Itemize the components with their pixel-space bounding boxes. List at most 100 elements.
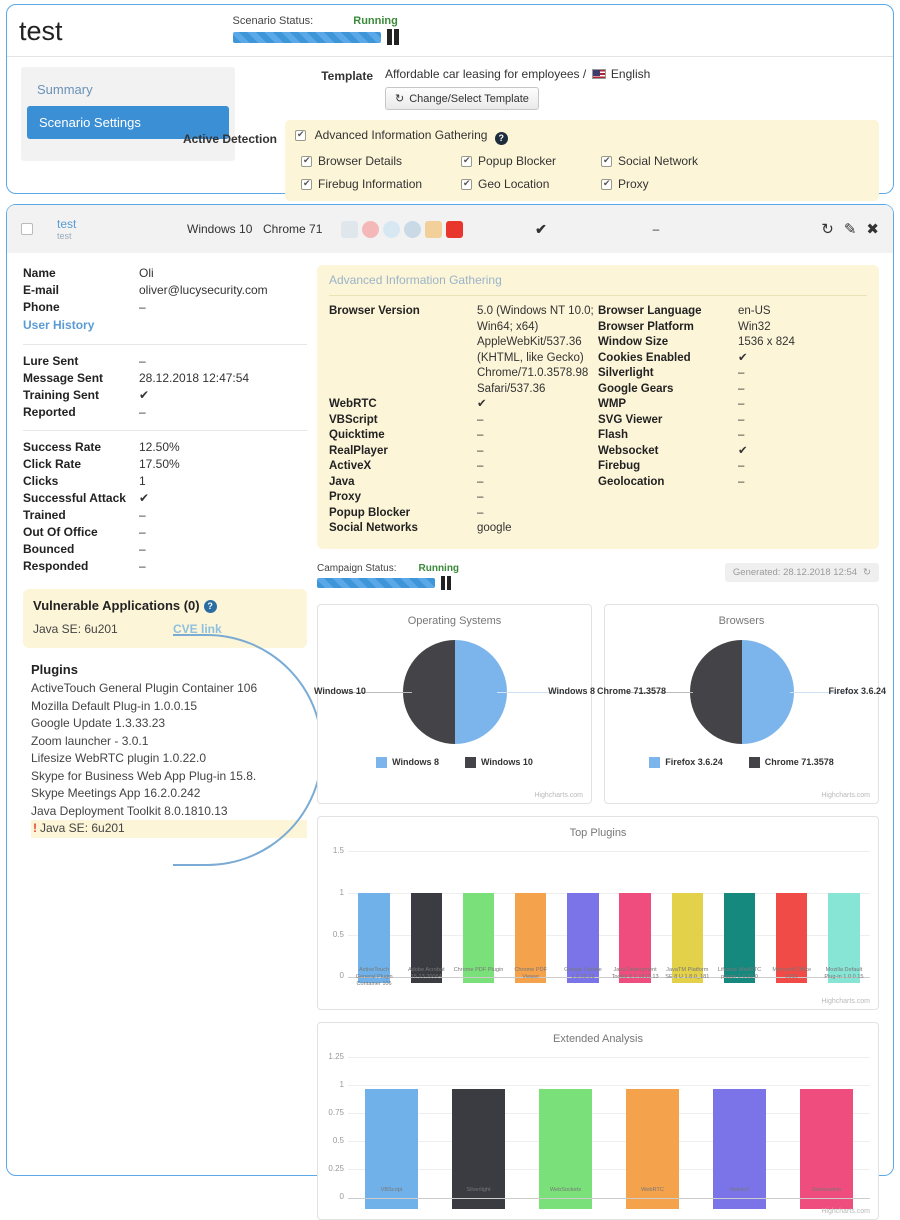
option-geo-location[interactable]: Geo Location <box>461 177 601 191</box>
aig-value: – <box>738 382 745 395</box>
x-axis-label: JavaTM Platform SE 8 U 1.8.0_181 <box>665 966 710 980</box>
legend-label: Chrome 71.3578 <box>764 757 834 767</box>
checkbox-geo-location[interactable] <box>461 178 472 190</box>
stat-key: Successful Attack <box>23 491 126 505</box>
scenario-status-block: Scenario Status: Running <box>232 11 399 45</box>
user-history-link[interactable]: User History <box>23 316 307 335</box>
campaign-status-value: Running <box>418 562 460 574</box>
stat-value: ✔ <box>139 491 150 505</box>
plugin-item: Skype Meetings App 16.2.0.242 <box>31 786 201 800</box>
activity-value: – <box>139 354 146 368</box>
aig-key: Quicktime <box>329 429 385 441</box>
chart-credit: Highcharts.com <box>821 791 870 799</box>
help-icon[interactable]: ? <box>494 132 508 145</box>
search-icon <box>404 220 421 238</box>
activity-value: – <box>139 405 146 419</box>
aig-value: – <box>738 429 745 441</box>
pause-icon[interactable] <box>441 575 451 590</box>
option-label: Firebug Information <box>318 177 423 191</box>
detail-row: Phone – <box>23 299 307 316</box>
aig-right-column: Browser Language en-US Browser Platform Wi… <box>598 304 867 537</box>
template-label: Template <box>321 69 373 83</box>
detail-row: E-mail oliver@lucysecurity.com <box>23 282 307 299</box>
legend-item[interactable]: Firefox 3.6.24 <box>649 756 723 768</box>
legend-item[interactable]: Chrome 71.3578 <box>748 756 834 768</box>
scenario-progress-bar <box>232 31 381 43</box>
option-social-network[interactable]: Social Network <box>601 154 721 168</box>
refresh-icon: ↻ <box>395 93 405 105</box>
vulnerable-applications-box: Vulnerable Applications (0)? Java SE: 6u… <box>23 589 307 648</box>
plugin-item: Skype for Business Web App Plug-in 15.8. <box>31 768 257 783</box>
detail-value: oliver@lucysecurity.com <box>139 283 268 297</box>
checkbox-firebug-information[interactable] <box>301 178 312 190</box>
detail-key: E-mail <box>23 283 60 297</box>
activity-row: Message Sent 28.12.2018 12:47:54 <box>23 370 307 387</box>
x-axis-label: ActiveTouch General Plugin Container 106 <box>355 966 393 987</box>
y-tick: 0 <box>339 1191 344 1201</box>
refresh-icon[interactable]: ↻ <box>863 567 871 578</box>
row-checkbox[interactable] <box>21 223 33 235</box>
x-axis-label: Java Deployment Toolkit 8.0.1810.13 <box>611 966 659 980</box>
aig-row: Flash – <box>598 428 867 444</box>
aig-row: Silverlight – <box>598 366 867 382</box>
option-browser-details[interactable]: Browser Details <box>301 154 461 168</box>
stat-value: 17.50% <box>139 457 180 471</box>
x-axis-label: Chrome PDF Plugin <box>453 966 504 973</box>
aig-value: – <box>477 506 484 519</box>
legend-swatch <box>748 756 760 768</box>
checkbox-popup-blocker[interactable] <box>461 155 472 167</box>
checkbox-proxy[interactable] <box>601 178 612 190</box>
detail-key: Name <box>23 266 56 280</box>
change-template-label: Change/Select Template <box>409 92 529 105</box>
scenario-header: test Scenario Status: Running <box>7 5 893 57</box>
legend-item[interactable]: Windows 10 <box>464 756 533 768</box>
change-select-template-button[interactable]: ↻ Change/Select Template <box>385 87 539 110</box>
plugins-box: Plugins ActiveTouch General Plugin Conta… <box>23 634 323 866</box>
legend-item[interactable]: Windows 8 <box>376 756 439 768</box>
cve-link[interactable]: CVE link <box>173 622 222 636</box>
activity-key: Training Sent <box>23 388 100 402</box>
analysis-column: Advanced Information Gathering Browser V… <box>307 259 893 1220</box>
aig-row: Window Size 1536 x 824 <box>598 335 867 351</box>
y-tick: 1.25 <box>328 1051 344 1061</box>
edit-icon[interactable]: ✎ <box>844 220 857 238</box>
option-popup-blocker[interactable]: Popup Blocker <box>461 154 601 168</box>
refresh-icon[interactable]: ↻ <box>821 220 834 238</box>
checkbox-advanced-information-gathering[interactable] <box>295 129 306 141</box>
plugins-title: Plugins <box>31 662 78 677</box>
aig-value: 1536 x 824 <box>738 336 795 348</box>
recipient-os: Windows 10 <box>187 222 253 236</box>
advanced-information-gathering-box: Advanced Information Gathering Browser V… <box>317 265 879 549</box>
y-tick: 1.5 <box>332 845 344 855</box>
chart-operating-systems: Operating Systems Windows 10 Windows 8 W… <box>314 603 595 804</box>
stat-row: Click Rate 17.50% <box>23 456 307 473</box>
x-axis-label: Geolocation <box>811 1186 842 1193</box>
vulnerable-app-name: Java SE: 6u201 <box>33 622 118 636</box>
help-icon[interactable]: ? <box>203 600 217 613</box>
aig-key: Browser Language <box>598 305 702 317</box>
option-label: Browser Details <box>318 154 403 168</box>
aig-left-column: Browser Version 5.0 (Windows NT 10.0; Win… <box>329 304 598 537</box>
aig-row: VBScript – <box>329 413 598 429</box>
option-firebug-information[interactable]: Firebug Information <box>301 177 461 191</box>
aig-row: Browser Platform Win32 <box>598 320 867 336</box>
option-advanced-information-gathering[interactable]: Advanced Information Gathering ? <box>295 128 869 145</box>
pause-icon[interactable] <box>386 29 399 45</box>
y-tick: 1 <box>339 887 344 897</box>
aig-value: Win32 <box>738 320 771 333</box>
aig-value: – <box>477 413 484 426</box>
recipient-name-cell[interactable]: test test <box>57 217 187 241</box>
stat-value: – <box>139 508 146 522</box>
close-icon[interactable]: ✖ <box>866 220 879 238</box>
template-value: Affordable car leasing for employees / <box>385 67 587 81</box>
aig-row: RealPlayer – <box>329 444 598 460</box>
aig-row: Cookies Enabled ✔ <box>598 351 867 367</box>
sidebar-item-summary[interactable]: Summary <box>21 73 235 106</box>
x-axis-label: WebRTC <box>641 1186 664 1193</box>
option-label: Popup Blocker <box>478 154 557 168</box>
x-axis-label: Silverlight <box>466 1186 491 1193</box>
checkbox-social-network[interactable] <box>601 155 612 167</box>
checkbox-browser-details[interactable] <box>301 155 312 167</box>
option-proxy[interactable]: Proxy <box>601 177 721 191</box>
template-language: English <box>610 67 651 81</box>
